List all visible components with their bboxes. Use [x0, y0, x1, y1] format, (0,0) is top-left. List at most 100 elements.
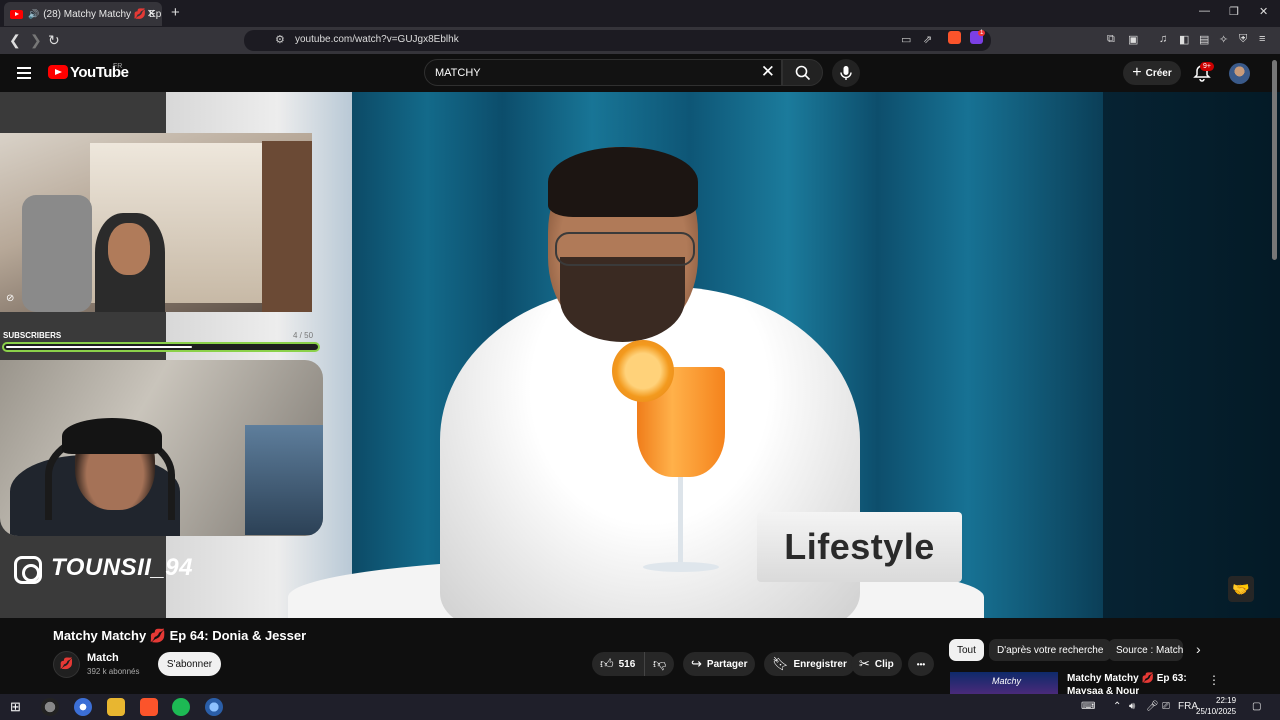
site-info-icon[interactable]: ⚙ [275, 33, 285, 46]
speaker-icon[interactable]: 🔊 [28, 9, 39, 20]
url-text[interactable]: youtube.com/watch?v=GUJgx8Eblhk [295, 34, 459, 45]
file-explorer-icon[interactable] [107, 698, 125, 716]
menu-icon[interactable]: ≡ [1259, 33, 1265, 45]
keyboard-icon[interactable]: ⌨ [1081, 701, 1095, 712]
recommendation-title[interactable]: Matchy Matchy 💋 Ep 63: [1067, 673, 1187, 684]
share-button[interactable]: ↪ Partager [683, 652, 756, 676]
save-button[interactable]: 🔖︎ Enregistrer [764, 652, 855, 676]
channel-subscriber-count: 392 k abonnés [87, 667, 140, 676]
instagram-icon [14, 556, 42, 584]
browser-tab[interactable]: 🔊 (28) Matchy Matchy 💋 Ep 64 ✕ [4, 2, 162, 26]
brave-browser-icon[interactable] [140, 698, 158, 716]
more-actions-button[interactable]: ••• [908, 652, 934, 676]
recommendation-menu-icon[interactable]: ⋮ [1208, 673, 1220, 687]
wallet-icon[interactable]: ▤ [1199, 33, 1209, 46]
subscribers-label: SUBSCRIBERS [3, 331, 62, 340]
notification-center-icon[interactable]: ▢ [1252, 701, 1261, 712]
video-player[interactable]: Lifestyle ⊘ SUBSCRIBERS 4 / 50 TOUNSII_9… [0, 92, 1280, 618]
streamer-webcam-top: ⊘ [0, 133, 312, 312]
chips-next-icon[interactable]: › [1196, 641, 1201, 657]
microphone-icon [840, 66, 852, 80]
app-obs-icon[interactable] [41, 698, 59, 716]
lifestyle-sign: Lifestyle [757, 512, 962, 582]
orange-slice [612, 340, 674, 402]
recommendation-title-line2[interactable]: Maysaa & Nour [1067, 686, 1139, 694]
channel-avatar[interactable]: 💋 [53, 651, 80, 678]
chip-all[interactable]: Tout [949, 639, 984, 661]
clear-search-icon[interactable]: ✕ [761, 62, 775, 82]
windows-start-icon[interactable]: ⊞ [10, 699, 21, 715]
browser-tab-bar: 🔊 (28) Matchy Matchy 💋 Ep 64 ✕ + — ❐ ✕ [0, 0, 1280, 27]
tab-title: (28) Matchy Matchy 💋 Ep 64 [43, 8, 162, 20]
search-box[interactable]: MATCHY ✕ [424, 59, 782, 86]
page-scrollbar[interactable] [1272, 60, 1277, 260]
network-icon[interactable]: ⎚ [1162, 701, 1170, 712]
video-title: Matchy Matchy 💋 Ep 64: Donia & Jesser [53, 628, 307, 643]
subscribers-progress-bar [2, 342, 320, 352]
mic-tray-icon[interactable]: 🎤︎ [1146, 701, 1159, 712]
like-button[interactable]: 👍︎ 516 [592, 652, 644, 676]
youtube-logo-icon[interactable] [48, 65, 68, 79]
share-arrow-icon: ↪ [691, 656, 702, 671]
glass-base [643, 562, 719, 572]
share-page-icon[interactable]: ⇗ [923, 33, 932, 46]
brave-shields-icon[interactable] [948, 31, 961, 44]
thumbnail-text: Matchy [992, 676, 1022, 686]
youtube-header: YouTube FR MATCHY ✕ + Créer 9+ [0, 54, 1280, 92]
window-close-button[interactable]: ✕ [1259, 5, 1268, 18]
vpn-icon[interactable]: ⛨ [1239, 33, 1247, 46]
video-right-shadow [1103, 92, 1280, 618]
new-tab-button[interactable]: + [171, 4, 180, 21]
search-input[interactable]: MATCHY [435, 67, 481, 79]
guide-menu-icon[interactable] [17, 67, 31, 82]
music-icon[interactable]: ♫ [1159, 33, 1167, 45]
region-label: FR [113, 63, 123, 70]
streamer-webcam-bottom [0, 360, 323, 536]
voice-search-button[interactable] [832, 59, 860, 87]
reload-icon[interactable]: ↻ [48, 32, 60, 49]
app-discord-icon[interactable] [74, 698, 92, 716]
subscribe-button[interactable]: S'abonner [158, 652, 221, 676]
recommendation-thumbnail[interactable]: Matchy [950, 672, 1058, 694]
volume-icon[interactable]: 🔊︎ [1129, 701, 1135, 712]
leo-ai-icon[interactable]: ✧ [1219, 33, 1228, 46]
thumbs-down-icon: 👎︎ [653, 656, 667, 671]
window-restore-button[interactable]: ❐ [1229, 5, 1239, 18]
browser-toolbar: ❮ ❯ ↻ 🔖 ⚙ youtube.com/watch?v=GUJgx8Eblh… [0, 27, 1280, 54]
create-button[interactable]: + Créer [1123, 61, 1181, 85]
tray-expand-icon[interactable]: ⌃ [1113, 701, 1121, 712]
like-count: 516 [618, 658, 636, 670]
notifications-badge: 9+ [1200, 62, 1214, 71]
back-icon[interactable]: ❮ [9, 32, 21, 49]
dislike-button[interactable]: 👎︎ [644, 652, 674, 676]
chip-source[interactable]: Source : Match [1108, 639, 1183, 661]
tab-close-icon[interactable]: ✕ [147, 7, 156, 20]
spotify-icon[interactable] [172, 698, 190, 716]
address-bar[interactable]: ⚙ youtube.com/watch?v=GUJgx8Eblhk ▭ ⇗ [244, 30, 991, 51]
save-label: Enregistrer [793, 658, 847, 670]
bookmark-save-icon: 🔖︎ [772, 656, 789, 671]
window-minimize-button[interactable]: — [1199, 5, 1210, 17]
clock-date: 25/10/2025 [1196, 707, 1237, 716]
clock-time: 22:19 [1216, 696, 1237, 705]
search-button[interactable] [782, 59, 823, 86]
sidebar-icon[interactable]: ◧ [1179, 33, 1189, 46]
plus-icon: + [1132, 64, 1142, 81]
clip-button[interactable]: ✂ Clip [851, 652, 902, 676]
subscribers-count: 4 / 50 [293, 331, 314, 340]
app-misc-icon[interactable] [205, 698, 223, 716]
extensions-icon[interactable]: ⧉ [1107, 33, 1115, 46]
system-clock[interactable]: 22:19 25/10/2025 [1196, 695, 1236, 717]
cast-icon[interactable]: ▭ [901, 33, 911, 46]
clip-label: Clip [874, 658, 894, 670]
language-indicator[interactable]: FRA [1178, 701, 1198, 712]
forward-icon[interactable]: ❯ [30, 32, 42, 49]
subscribers-progress-fill [6, 346, 192, 348]
channel-watermark-icon[interactable]: 🤝 [1228, 576, 1254, 602]
camera-overlay-icon: ⊘ [6, 293, 15, 304]
thumbs-up-icon: 👍︎ [600, 656, 614, 671]
chip-related-search[interactable]: D'après votre recherche [989, 639, 1112, 661]
screenshot-icon[interactable]: ▣ [1128, 33, 1138, 46]
channel-name[interactable]: Match [87, 652, 119, 664]
account-avatar[interactable] [1229, 63, 1250, 84]
